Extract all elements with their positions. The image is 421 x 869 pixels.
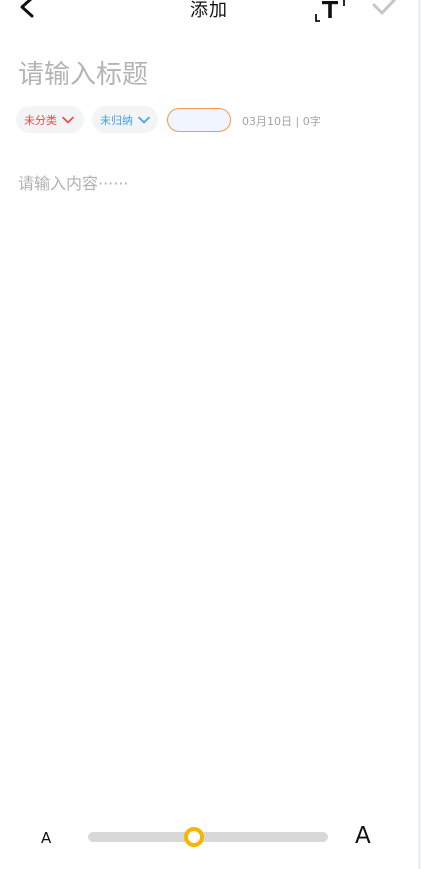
- category-selector[interactable]: 未分类: [16, 106, 84, 133]
- note-content-input[interactable]: [18, 170, 398, 770]
- chevron-down-icon: [62, 116, 74, 123]
- text-format-icon: [315, 0, 345, 22]
- confirm-button[interactable]: [369, 0, 403, 22]
- archive-selector[interactable]: 未归纳: [92, 106, 158, 133]
- text-format-button[interactable]: [313, 0, 347, 24]
- archive-label: 未归纳: [100, 113, 133, 127]
- tag-button[interactable]: [167, 108, 231, 132]
- font-size-large-label: A: [355, 823, 371, 849]
- font-size-slider-track[interactable]: [88, 832, 328, 842]
- font-size-slider-thumb[interactable]: [183, 827, 204, 847]
- note-title-input[interactable]: [18, 55, 398, 95]
- category-label: 未分类: [24, 113, 57, 127]
- chevron-down-icon: [138, 116, 150, 123]
- page-title: 添加: [190, 0, 228, 21]
- note-date-word-count: 03月10日 | 0字: [242, 115, 321, 128]
- font-size-small-label: A: [41, 829, 52, 847]
- header: 添加: [0, 0, 418, 30]
- checkmark-icon: [372, 0, 397, 15]
